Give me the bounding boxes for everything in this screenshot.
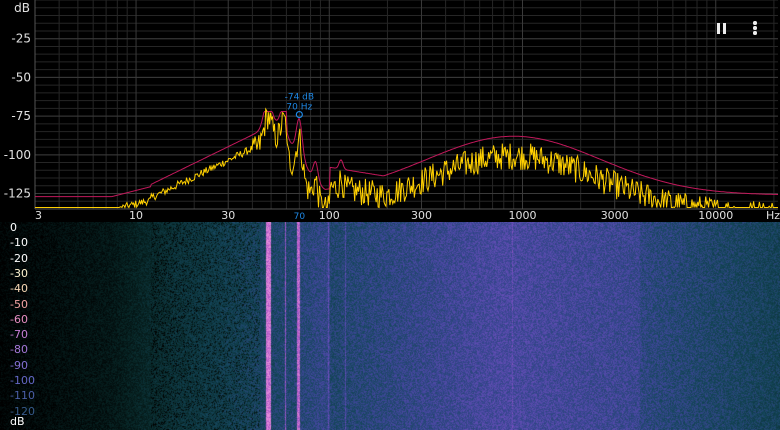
- y-tick-label: -100: [4, 148, 31, 162]
- y-tick-labels: -25 -50 -75 -100 -125: [4, 32, 31, 201]
- x-tick-label: 1000: [509, 209, 537, 222]
- spectrogram-db-label: -20: [10, 251, 28, 265]
- spectrogram-db-label: -50: [10, 297, 28, 311]
- y-tick-label: -125: [4, 187, 31, 201]
- spectrogram-db-label: -40: [10, 282, 28, 296]
- x-tick-label: 10000: [698, 209, 733, 222]
- x-tick-label: 100: [319, 209, 340, 222]
- x-tick-label: 3: [35, 209, 42, 222]
- spectrogram-db-label: -10: [10, 236, 28, 250]
- spectrogram-db-label: -100: [10, 374, 35, 387]
- y-tick-label: -75: [11, 109, 31, 123]
- spectrum-plot[interactable]: -74 dB70 Hz 70 -25 -50 -75 -100 -125 3 10 30 100…: [0, 0, 780, 222]
- pause-icon: [715, 19, 727, 38]
- peak-hz-label: 70 Hz: [286, 103, 312, 113]
- x-tick-label: 300: [411, 209, 432, 222]
- spectrogram-db-label: -80: [10, 343, 28, 357]
- peak-axis-label: 70: [294, 212, 306, 222]
- x-tick-label: 3000: [601, 209, 629, 222]
- x-tick-labels: 3 10 30 100 300 1000 3000 10000: [35, 209, 733, 222]
- more-vert-icon: [753, 20, 757, 37]
- y-tick-label: -50: [11, 70, 31, 84]
- x-unit-label: Hz: [766, 209, 780, 222]
- spectrogram-db-label: -60: [10, 312, 28, 326]
- spectrogram-db-label: -90: [10, 358, 28, 372]
- spectrogram-db-unit: dB: [10, 415, 25, 428]
- spectrum-grid-minor: [35, 0, 778, 210]
- spectrogram[interactable]: 0 -10 -20 -30 -40 -50 -60 -70 -80 -90 -100 -110 -120…: [0, 222, 780, 430]
- x-tick-label: 30: [221, 209, 235, 222]
- x-tick-label: 10: [129, 209, 143, 222]
- more-options-button[interactable]: [744, 16, 766, 40]
- y-tick-label: -25: [11, 32, 31, 46]
- spectrogram-db-label: 0: [10, 222, 17, 234]
- spectrum-analyzer-app: -74 dB 70 Hz 70 -25 -50 -75 -100 -125 3 10 30 100…: [0, 0, 780, 430]
- spectrogram-canvas: [0, 222, 780, 430]
- spectrogram-db-label: -70: [10, 328, 28, 342]
- spectrogram-db-label: -30: [10, 266, 28, 280]
- peak-db-label: -74 dB: [285, 93, 314, 103]
- spectrogram-db-label: -110: [10, 389, 35, 403]
- pause-button[interactable]: [710, 16, 732, 40]
- y-unit-label: dB: [14, 1, 30, 15]
